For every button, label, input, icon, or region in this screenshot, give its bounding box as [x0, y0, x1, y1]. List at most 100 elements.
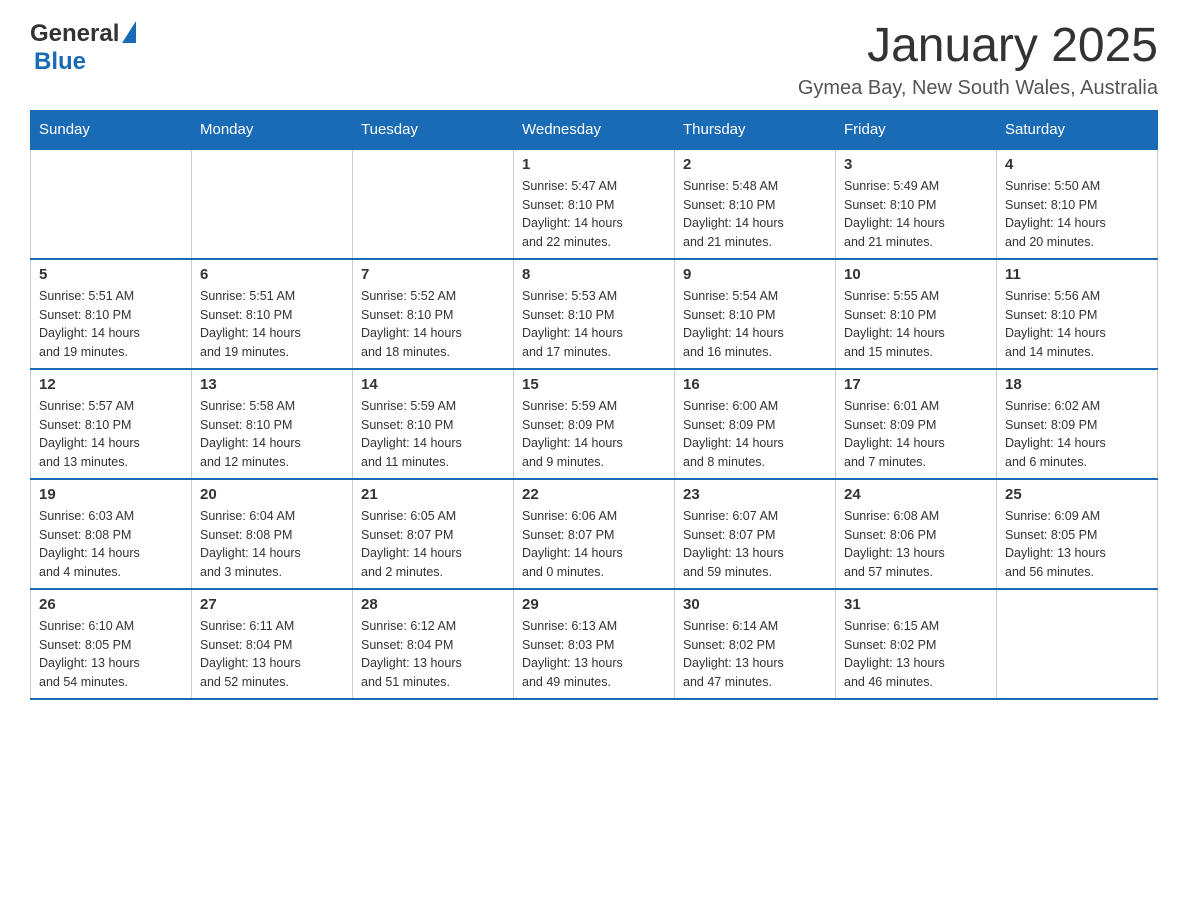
day-number: 16	[683, 376, 827, 393]
day-number: 28	[361, 596, 505, 613]
page-subtitle: Gymea Bay, New South Wales, Australia	[798, 77, 1158, 100]
calendar-day-cell: 21 Sunrise: 6:05 AM Sunset: 8:07 PM Dayli…	[353, 479, 514, 589]
calendar-day-cell: 19Sunrise: 6:03 AM Sunset: 8:08 PM Dayli…	[31, 479, 192, 589]
calendar-week-row: 1Sunrise: 5:47 AM Sunset: 8:10 PM Daylig…	[31, 149, 1158, 259]
day-info: Sunrise: 5:56 AM Sunset: 8:10 PM Dayligh…	[1005, 287, 1149, 362]
day-number: 31	[844, 596, 988, 613]
calendar-day-cell: 13 Sunrise: 5:58 AM Sunset: 8:10 PM Dayli…	[192, 369, 353, 479]
calendar-day-cell: 14Sunrise: 5:59 AM Sunset: 8:10 PM Dayli…	[353, 369, 514, 479]
calendar-day-cell: 22Sunrise: 6:06 AM Sunset: 8:07 PM Dayli…	[514, 479, 675, 589]
day-number: 2	[683, 156, 827, 173]
day-info: Sunrise: 5:52 AM Sunset: 8:10 PM Dayligh…	[361, 287, 505, 362]
day-number: 25	[1005, 486, 1149, 503]
day-number: 11	[1005, 266, 1149, 283]
calendar-header-row: SundayMondayTuesdayWednesdayThursdayFrid…	[31, 110, 1158, 149]
calendar-day-cell	[192, 149, 353, 259]
day-info: Sunrise: 6:07 AM Sunset: 8:07 PM Dayligh…	[683, 507, 827, 582]
day-number: 6	[200, 266, 344, 283]
calendar-day-cell: 26 Sunrise: 6:10 AM Sunset: 8:05 PM Dayli…	[31, 589, 192, 699]
calendar-day-header: Saturday	[997, 110, 1158, 149]
day-number: 12	[39, 376, 183, 393]
page-header: General Blue January 2025 Gymea Bay, New…	[30, 20, 1158, 100]
day-info: Sunrise: 6:04 AM Sunset: 8:08 PM Dayligh…	[200, 507, 344, 582]
day-info: Sunrise: 6:02 AM Sunset: 8:09 PM Dayligh…	[1005, 397, 1149, 472]
logo-general-text: General	[30, 20, 119, 48]
day-info: Sunrise: 5:51 AM Sunset: 8:10 PM Dayligh…	[39, 287, 183, 362]
day-info: Sunrise: 5:59 AM Sunset: 8:10 PM Dayligh…	[361, 397, 505, 472]
calendar-day-header: Friday	[836, 110, 997, 149]
day-number: 5	[39, 266, 183, 283]
day-info: Sunrise: 6:01 AM Sunset: 8:09 PM Dayligh…	[844, 397, 988, 472]
calendar-day-cell: 1Sunrise: 5:47 AM Sunset: 8:10 PM Daylig…	[514, 149, 675, 259]
day-info: Sunrise: 6:08 AM Sunset: 8:06 PM Dayligh…	[844, 507, 988, 582]
calendar-day-cell: 10 Sunrise: 5:55 AM Sunset: 8:10 PM Dayli…	[836, 259, 997, 369]
day-info: Sunrise: 5:59 AM Sunset: 8:09 PM Dayligh…	[522, 397, 666, 472]
calendar-day-cell: 25Sunrise: 6:09 AM Sunset: 8:05 PM Dayli…	[997, 479, 1158, 589]
day-number: 9	[683, 266, 827, 283]
day-number: 30	[683, 596, 827, 613]
calendar-day-cell: 24 Sunrise: 6:08 AM Sunset: 8:06 PM Dayli…	[836, 479, 997, 589]
calendar-week-row: 12Sunrise: 5:57 AM Sunset: 8:10 PM Dayli…	[31, 369, 1158, 479]
calendar-day-cell: 7 Sunrise: 5:52 AM Sunset: 8:10 PM Daylig…	[353, 259, 514, 369]
calendar-day-cell: 4Sunrise: 5:50 AM Sunset: 8:10 PM Daylig…	[997, 149, 1158, 259]
day-info: Sunrise: 5:48 AM Sunset: 8:10 PM Dayligh…	[683, 177, 827, 252]
day-number: 18	[1005, 376, 1149, 393]
calendar-day-header: Tuesday	[353, 110, 514, 149]
logo-blue-text: Blue	[34, 48, 136, 76]
calendar-day-cell	[31, 149, 192, 259]
calendar-day-cell: 31 Sunrise: 6:15 AM Sunset: 8:02 PM Dayli…	[836, 589, 997, 699]
calendar-day-cell: 5 Sunrise: 5:51 AM Sunset: 8:10 PM Daylig…	[31, 259, 192, 369]
day-info: Sunrise: 5:51 AM Sunset: 8:10 PM Dayligh…	[200, 287, 344, 362]
calendar-day-cell: 20 Sunrise: 6:04 AM Sunset: 8:08 PM Dayli…	[192, 479, 353, 589]
day-info: Sunrise: 5:55 AM Sunset: 8:10 PM Dayligh…	[844, 287, 988, 362]
calendar-day-cell	[353, 149, 514, 259]
calendar-day-cell: 17Sunrise: 6:01 AM Sunset: 8:09 PM Dayli…	[836, 369, 997, 479]
calendar-day-cell: 23 Sunrise: 6:07 AM Sunset: 8:07 PM Dayli…	[675, 479, 836, 589]
day-number: 24	[844, 486, 988, 503]
day-info: Sunrise: 6:10 AM Sunset: 8:05 PM Dayligh…	[39, 617, 183, 692]
calendar-day-cell: 11 Sunrise: 5:56 AM Sunset: 8:10 PM Dayli…	[997, 259, 1158, 369]
day-number: 21	[361, 486, 505, 503]
calendar-day-cell: 12Sunrise: 5:57 AM Sunset: 8:10 PM Dayli…	[31, 369, 192, 479]
page-title: January 2025	[798, 20, 1158, 73]
calendar-day-cell: 27Sunrise: 6:11 AM Sunset: 8:04 PM Dayli…	[192, 589, 353, 699]
calendar-day-cell: 28 Sunrise: 6:12 AM Sunset: 8:04 PM Dayli…	[353, 589, 514, 699]
calendar-day-header: Sunday	[31, 110, 192, 149]
day-info: Sunrise: 6:15 AM Sunset: 8:02 PM Dayligh…	[844, 617, 988, 692]
calendar-day-header: Monday	[192, 110, 353, 149]
day-number: 15	[522, 376, 666, 393]
day-number: 26	[39, 596, 183, 613]
calendar-day-cell: 2 Sunrise: 5:48 AM Sunset: 8:10 PM Daylig…	[675, 149, 836, 259]
day-info: Sunrise: 5:49 AM Sunset: 8:10 PM Dayligh…	[844, 177, 988, 252]
calendar-week-row: 19Sunrise: 6:03 AM Sunset: 8:08 PM Dayli…	[31, 479, 1158, 589]
calendar-week-row: 26 Sunrise: 6:10 AM Sunset: 8:05 PM Dayli…	[31, 589, 1158, 699]
day-info: Sunrise: 6:13 AM Sunset: 8:03 PM Dayligh…	[522, 617, 666, 692]
calendar-week-row: 5 Sunrise: 5:51 AM Sunset: 8:10 PM Daylig…	[31, 259, 1158, 369]
logo-triangle-icon	[122, 21, 136, 43]
day-info: Sunrise: 5:54 AM Sunset: 8:10 PM Dayligh…	[683, 287, 827, 362]
calendar-day-cell: 8Sunrise: 5:53 AM Sunset: 8:10 PM Daylig…	[514, 259, 675, 369]
calendar-day-header: Thursday	[675, 110, 836, 149]
day-number: 20	[200, 486, 344, 503]
day-number: 3	[844, 156, 988, 173]
day-info: Sunrise: 5:50 AM Sunset: 8:10 PM Dayligh…	[1005, 177, 1149, 252]
calendar-day-cell: 16Sunrise: 6:00 AM Sunset: 8:09 PM Dayli…	[675, 369, 836, 479]
day-info: Sunrise: 6:14 AM Sunset: 8:02 PM Dayligh…	[683, 617, 827, 692]
calendar-day-cell: 30 Sunrise: 6:14 AM Sunset: 8:02 PM Dayli…	[675, 589, 836, 699]
day-number: 19	[39, 486, 183, 503]
day-info: Sunrise: 5:58 AM Sunset: 8:10 PM Dayligh…	[200, 397, 344, 472]
day-info: Sunrise: 6:11 AM Sunset: 8:04 PM Dayligh…	[200, 617, 344, 692]
day-number: 23	[683, 486, 827, 503]
calendar-table: SundayMondayTuesdayWednesdayThursdayFrid…	[30, 110, 1158, 700]
day-number: 10	[844, 266, 988, 283]
day-number: 7	[361, 266, 505, 283]
day-number: 13	[200, 376, 344, 393]
day-number: 22	[522, 486, 666, 503]
calendar-day-cell: 18 Sunrise: 6:02 AM Sunset: 8:09 PM Dayli…	[997, 369, 1158, 479]
day-info: Sunrise: 6:05 AM Sunset: 8:07 PM Dayligh…	[361, 507, 505, 582]
day-number: 1	[522, 156, 666, 173]
title-section: January 2025 Gymea Bay, New South Wales,…	[798, 20, 1158, 100]
day-info: Sunrise: 6:12 AM Sunset: 8:04 PM Dayligh…	[361, 617, 505, 692]
calendar-day-header: Wednesday	[514, 110, 675, 149]
logo: General Blue	[30, 20, 136, 76]
